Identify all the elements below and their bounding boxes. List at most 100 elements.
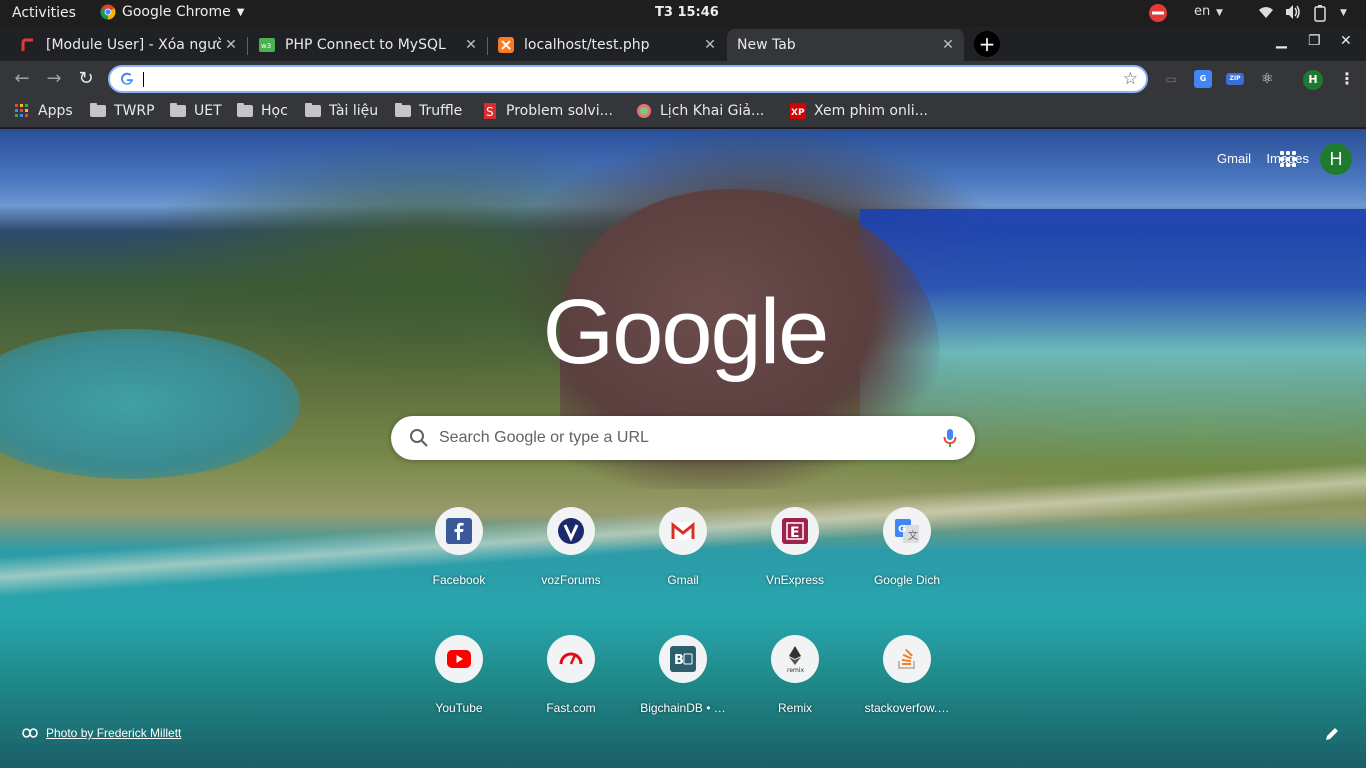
w3schools-icon: w3: [259, 37, 275, 53]
youtube-icon: [447, 650, 471, 668]
xp-icon: XP: [790, 103, 806, 119]
gmail-link[interactable]: Gmail: [1217, 151, 1251, 166]
chevron-down-icon: ▼: [1340, 8, 1347, 18]
tab-php-connect[interactable]: w3 PHP Connect to MySQL ✕: [239, 29, 487, 61]
bookmark-problem-solving[interactable]: S Problem solvi...: [482, 103, 613, 119]
globe-icon: [636, 103, 652, 119]
shortcut-stackoverflow[interactable]: stackoverfow.…: [851, 635, 963, 747]
close-icon[interactable]: ✕: [700, 37, 720, 53]
chevron-down-icon: ▼: [236, 6, 245, 18]
close-icon[interactable]: ✕: [938, 37, 958, 53]
shortcut-youtube[interactable]: YouTube: [403, 635, 515, 747]
volume-icon: [1286, 5, 1300, 19]
ntp-search-box[interactable]: Search Google or type a URL: [391, 416, 975, 460]
search-placeholder: Search Google or type a URL: [439, 429, 649, 446]
bookmark-twrp[interactable]: TWRP: [90, 103, 155, 119]
shortcut-google-dich[interactable]: G文 Google Dich: [851, 507, 963, 619]
bookmark-label: Apps: [38, 103, 73, 119]
shortcut-remix[interactable]: remix Remix: [739, 635, 851, 747]
shortcut-icon-bg: E: [771, 507, 819, 555]
shortcut-bigchaindb[interactable]: B BigchainDB • …: [627, 635, 739, 747]
bookmark-hoc[interactable]: Học: [237, 103, 288, 119]
language-indicator[interactable]: en: [1194, 4, 1210, 19]
account-avatar[interactable]: H: [1320, 143, 1352, 175]
stackoverflow-icon: [898, 648, 915, 669]
svg-text:remix: remix: [787, 667, 805, 674]
fast-com-icon: [559, 652, 583, 665]
xampp-icon: [498, 37, 514, 53]
forward-button[interactable]: →: [42, 67, 66, 91]
folder-icon: [170, 103, 186, 119]
shortcut-gmail[interactable]: Gmail: [627, 507, 739, 619]
menu-icon[interactable]: ⋮: [1338, 70, 1356, 88]
shortcut-label: Remix: [777, 701, 812, 715]
remix-icon: remix: [787, 646, 805, 674]
tab-localhost[interactable]: localhost/test.php ✕: [478, 29, 726, 61]
chat-extension-icon[interactable]: ▭: [1162, 70, 1180, 88]
profile-avatar[interactable]: H: [1303, 70, 1323, 90]
bookmark-label: TWRP: [114, 103, 155, 119]
maximize-icon[interactable]: ❐: [1308, 33, 1321, 49]
bookmark-xem-phim[interactable]: XP Xem phim onli...: [790, 103, 928, 119]
background-photo-lagoon: [0, 329, 300, 479]
google-apps-icon[interactable]: [1280, 151, 1296, 167]
problem-solving-icon: S: [482, 103, 498, 119]
address-bar[interactable]: ☆: [108, 65, 1148, 93]
tab-new-tab[interactable]: New Tab ✕: [727, 29, 964, 61]
google-translate-extension-icon[interactable]: G: [1194, 70, 1212, 88]
tab-title: [Module User] - Xóa người: [46, 37, 221, 53]
wifi-icon: [1259, 7, 1273, 18]
minimize-icon[interactable]: ▁: [1276, 33, 1287, 49]
react-devtools-icon[interactable]: ⚛: [1258, 70, 1276, 88]
activities-button[interactable]: Activities: [12, 5, 76, 21]
vnexpress-icon: E: [782, 518, 808, 544]
shortcut-icon-bg: [659, 507, 707, 555]
new-tab-button[interactable]: +: [974, 31, 1000, 57]
clock[interactable]: T3 15:46: [655, 5, 719, 20]
photo-attribution: Photo by Frederick Millett: [22, 726, 181, 740]
shortcut-label: YouTube: [435, 701, 483, 715]
reload-button[interactable]: ↻: [74, 67, 98, 91]
back-button[interactable]: ←: [10, 67, 34, 91]
shortcut-icon-bg: [547, 635, 595, 683]
pencil-icon[interactable]: [1324, 726, 1340, 742]
system-top-bar: Activities Google Chrome ▼ T3 15:46 en ▼…: [0, 0, 1366, 27]
shortcut-fast-com[interactable]: Fast.com: [515, 635, 627, 747]
text-caret: [143, 72, 144, 87]
svg-text:B: B: [674, 653, 684, 668]
close-window-icon[interactable]: ✕: [1340, 33, 1352, 49]
bookmark-label: Xem phim onli...: [814, 103, 928, 119]
shortcut-label: Gmail: [667, 573, 699, 587]
photo-credit-link[interactable]: Photo by Frederick Millett: [46, 726, 181, 740]
shortcut-icon-bg: remix: [771, 635, 819, 683]
close-icon[interactable]: ✕: [221, 37, 241, 53]
bookmark-truffle[interactable]: Truffle: [395, 103, 462, 119]
tab-strip: [Module User] - Xóa người ✕ w3 PHP Conne…: [0, 27, 1366, 61]
red-arrow-icon: [20, 37, 36, 53]
bookmark-label: UET: [194, 103, 222, 119]
bookmark-lich-khai-giang[interactable]: Lịch Khai Giả...: [636, 103, 764, 119]
app-menu[interactable]: Google Chrome ▼: [100, 4, 244, 20]
bookmark-label: Problem solvi...: [506, 103, 613, 119]
new-tab-page: Gmail Images H Google Search Google or t…: [0, 129, 1366, 768]
apps-grid-icon: [14, 103, 30, 119]
star-icon[interactable]: ☆: [1123, 69, 1138, 89]
shortcut-icon-bg: B: [659, 635, 707, 683]
microphone-icon[interactable]: [943, 428, 957, 448]
bookmark-uet[interactable]: UET: [170, 103, 222, 119]
svg-text:S: S: [486, 105, 494, 119]
shortcut-vnexpress[interactable]: E VnExpress: [739, 507, 851, 619]
app-menu-label: Google Chrome: [122, 4, 231, 20]
shortcut-icon-bg: [435, 635, 483, 683]
shortcut-vozforums[interactable]: vozForums: [515, 507, 627, 619]
zip-extension-icon[interactable]: ZIP: [1226, 73, 1244, 85]
chevron-down-icon: ▼: [1216, 8, 1223, 18]
bookmark-tai-lieu[interactable]: Tài liệu: [305, 103, 378, 119]
shortcut-facebook[interactable]: Facebook: [403, 507, 515, 619]
do-not-disturb-icon[interactable]: [1148, 3, 1168, 23]
tab-module-user[interactable]: [Module User] - Xóa người ✕: [0, 29, 247, 61]
folder-icon: [305, 103, 321, 119]
address-input[interactable]: [144, 69, 1104, 89]
svg-text:E: E: [790, 525, 800, 541]
bookmark-apps[interactable]: Apps: [14, 103, 73, 119]
